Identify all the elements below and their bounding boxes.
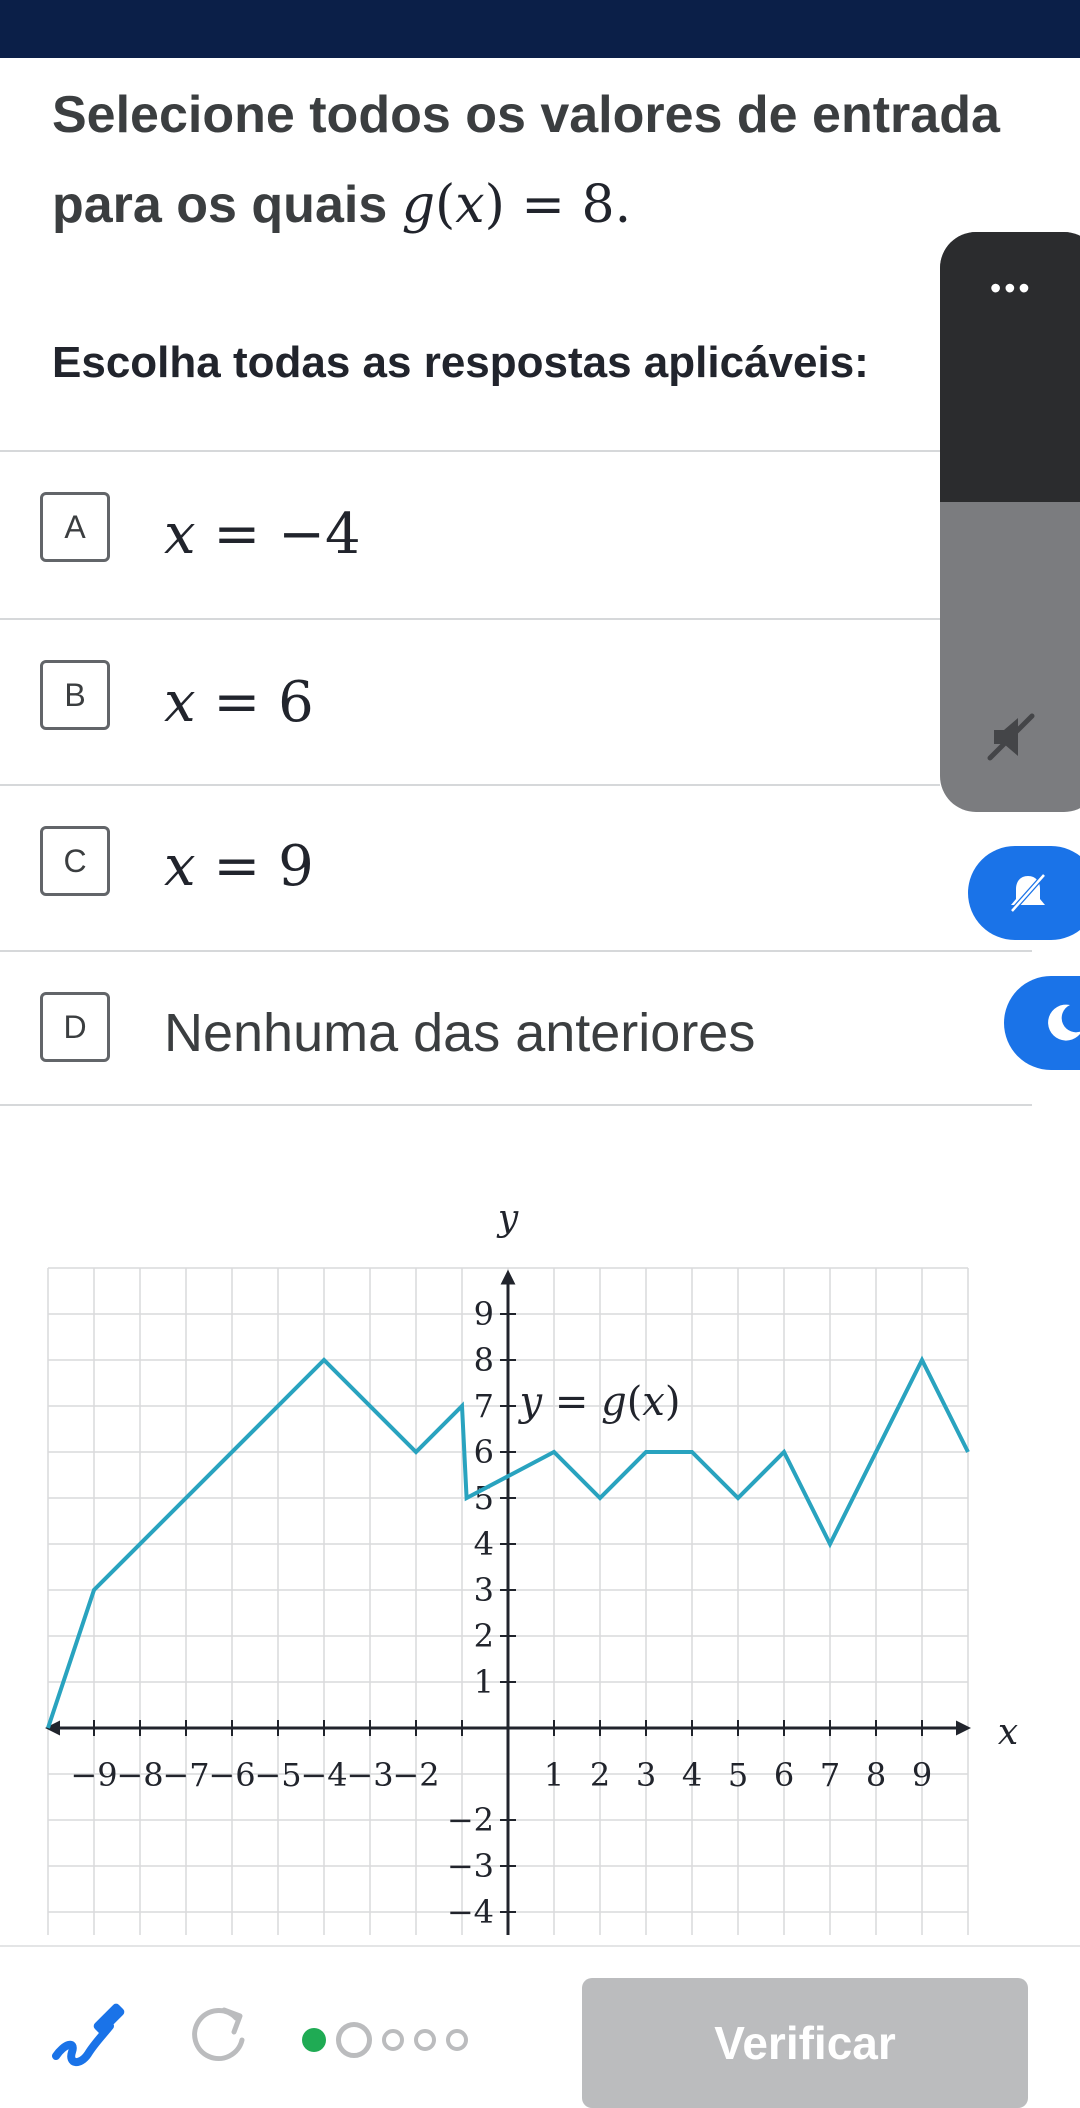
question-line-2-text: para os quais bbox=[52, 176, 388, 234]
x-tick-label: 2 bbox=[590, 1756, 610, 1794]
choice-a[interactable]: A x = −4 bbox=[0, 452, 1030, 616]
x-tick-label: 3 bbox=[636, 1756, 656, 1794]
x-tick-label: −3 bbox=[346, 1756, 393, 1794]
question-equation: g(x) = 8. bbox=[401, 175, 632, 235]
instruction-text: Escolha todas as respostas aplicáveis: bbox=[52, 338, 869, 387]
redo-icon[interactable] bbox=[184, 2000, 254, 2075]
choice-c-letter: C bbox=[40, 826, 110, 896]
x-axis-label: x bbox=[998, 1712, 1018, 1753]
x-tick-label: −2 bbox=[392, 1756, 439, 1794]
divider bbox=[0, 1104, 1032, 1106]
equation-fn: g bbox=[401, 175, 435, 235]
equation-var: x bbox=[455, 175, 485, 235]
choice-c[interactable]: C x = 9 bbox=[0, 786, 1030, 950]
x-tick-label: 7 bbox=[820, 1756, 840, 1794]
choice-d-letter: D bbox=[40, 992, 110, 1062]
y-tick-label: −4 bbox=[447, 1893, 494, 1931]
y-tick-label: 6 bbox=[474, 1433, 494, 1471]
choice-a-rest: = −4 bbox=[195, 502, 361, 567]
choice-c-text: x = 9 bbox=[164, 834, 314, 899]
y-axis-label: y bbox=[496, 1198, 519, 1239]
more-horizontal-icon[interactable]: ••• bbox=[990, 270, 1033, 307]
notifications-off-icon bbox=[1010, 873, 1046, 913]
choice-b-letter: B bbox=[40, 660, 110, 730]
function-graph: −9 −8 −7 −6 −5 −4 −3 −2 1 2 3 4 5 6 7 8 9 1 2 3 4 5 6 7 8 9 −2 −3 −4… bbox=[40, 1180, 1020, 1955]
scratchpad-pencil-icon[interactable] bbox=[50, 1996, 130, 2081]
notifications-off-button[interactable] bbox=[968, 846, 1080, 940]
progress-dot-complete bbox=[302, 2028, 326, 2052]
y-tick-label: 1 bbox=[474, 1663, 494, 1701]
choice-b[interactable]: B x = 6 bbox=[0, 620, 1030, 784]
graph-svg: −9−8−7−6−5−4−3−2 1 2 3 4 5 6 7 8 9123456789−2−3−4… bbox=[45, 1198, 1018, 1935]
volume-mute-icon[interactable] bbox=[986, 712, 1036, 767]
progress-dot bbox=[446, 2029, 468, 2051]
moon-icon bbox=[1048, 1004, 1080, 1041]
choice-b-text: x = 6 bbox=[164, 670, 314, 735]
choice-c-var: x bbox=[164, 834, 196, 899]
choice-b-var: x bbox=[164, 670, 196, 735]
choice-d[interactable]: D Nenhuma das anteriores bbox=[0, 952, 1030, 1116]
progress-dots bbox=[302, 2022, 468, 2058]
progress-dot bbox=[414, 2029, 436, 2051]
curve-label: y = g(x) bbox=[518, 1379, 681, 1425]
x-tick-label: 1 bbox=[544, 1756, 564, 1794]
progress-dot-current bbox=[336, 2022, 372, 2058]
y-tick-label: 2 bbox=[474, 1617, 494, 1655]
question-line-1: Selecione todos os valores de entrada bbox=[52, 86, 1000, 144]
choice-c-rest: = 9 bbox=[195, 834, 314, 899]
x-tick-label: −4 bbox=[300, 1756, 347, 1794]
x-tick-label: −7 bbox=[162, 1756, 209, 1794]
equation-rest: ) = 8. bbox=[484, 175, 632, 235]
y-tick-label: −3 bbox=[447, 1847, 494, 1885]
x-tick-label: 8 bbox=[866, 1756, 886, 1794]
x-tick-label: −5 bbox=[254, 1756, 301, 1794]
choice-b-rest: = 6 bbox=[195, 670, 314, 735]
top-status-bar bbox=[0, 0, 1080, 58]
question-text: Selecione todos os valores de entrada pa… bbox=[52, 70, 1012, 250]
choice-a-text: x = −4 bbox=[164, 502, 361, 567]
choice-d-text: Nenhuma das anteriores bbox=[164, 1003, 756, 1063]
choice-a-letter: A bbox=[40, 492, 110, 562]
x-tick-label: −8 bbox=[116, 1756, 163, 1794]
y-tick-label: 4 bbox=[474, 1525, 494, 1563]
progress-dot bbox=[382, 2029, 404, 2051]
x-tick-label: −9 bbox=[70, 1756, 117, 1794]
x-tick-label: 9 bbox=[912, 1756, 932, 1794]
x-tick-label: −6 bbox=[208, 1756, 255, 1794]
check-button[interactable]: Verificar bbox=[582, 1978, 1028, 2108]
x-tick-label: 5 bbox=[728, 1756, 748, 1794]
choice-a-var: x bbox=[164, 502, 196, 567]
y-tick-label: 9 bbox=[474, 1295, 494, 1333]
y-tick-label: −2 bbox=[447, 1801, 494, 1839]
y-tick-label: 3 bbox=[474, 1571, 494, 1609]
y-tick-label: 7 bbox=[474, 1387, 494, 1425]
y-tick-label: 8 bbox=[474, 1341, 494, 1379]
x-tick-label: 4 bbox=[682, 1756, 702, 1794]
question-line-2: para os quais g(x) = 8. bbox=[52, 160, 1012, 250]
x-tick-label: 6 bbox=[774, 1756, 794, 1794]
